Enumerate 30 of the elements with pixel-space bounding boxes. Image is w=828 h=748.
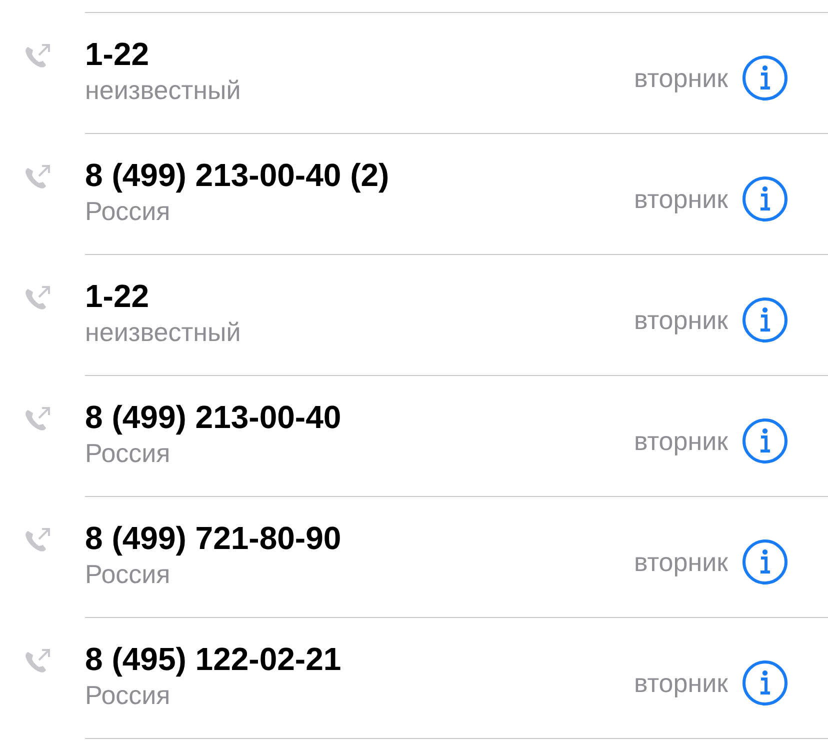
call-day: вторник <box>634 668 728 698</box>
caller-location: неизвестный <box>85 74 242 107</box>
caller-location: Россия <box>85 679 172 712</box>
caller-location: Россия <box>85 558 172 591</box>
caller-location: неизвестный <box>85 316 242 349</box>
info-icon[interactable] <box>742 297 788 343</box>
outgoing-call-icon <box>24 44 52 70</box>
call-day: вторник <box>634 546 728 578</box>
phone-number: 8 (499) 213-00-40 (2) <box>85 156 390 194</box>
outgoing-call-icon <box>24 528 52 554</box>
phone-number: 8 (499) 213-00-40 <box>85 398 342 436</box>
call-day: вторник <box>634 62 728 94</box>
info-icon[interactable] <box>742 539 788 585</box>
call-day: вторник <box>634 184 728 214</box>
caller-location: Россия <box>85 437 172 470</box>
call-day: вторник <box>634 304 728 336</box>
caller-location: Россия <box>85 195 172 228</box>
call-day: вторник <box>634 426 728 456</box>
phone-number: 8 (499) 721-80-90 <box>85 519 342 557</box>
outgoing-call-icon <box>24 165 52 191</box>
info-icon[interactable] <box>742 55 788 101</box>
phone-number: 8 (495) 122-02-21 <box>85 640 342 678</box>
info-icon[interactable] <box>742 418 788 464</box>
outgoing-call-icon <box>24 649 52 675</box>
phone-number: 1-22 <box>85 35 150 73</box>
outgoing-call-icon <box>24 407 52 433</box>
info-icon[interactable] <box>742 660 788 706</box>
info-icon[interactable] <box>742 176 788 222</box>
outgoing-call-icon <box>24 286 52 312</box>
phone-number: 1-22 <box>85 277 150 315</box>
